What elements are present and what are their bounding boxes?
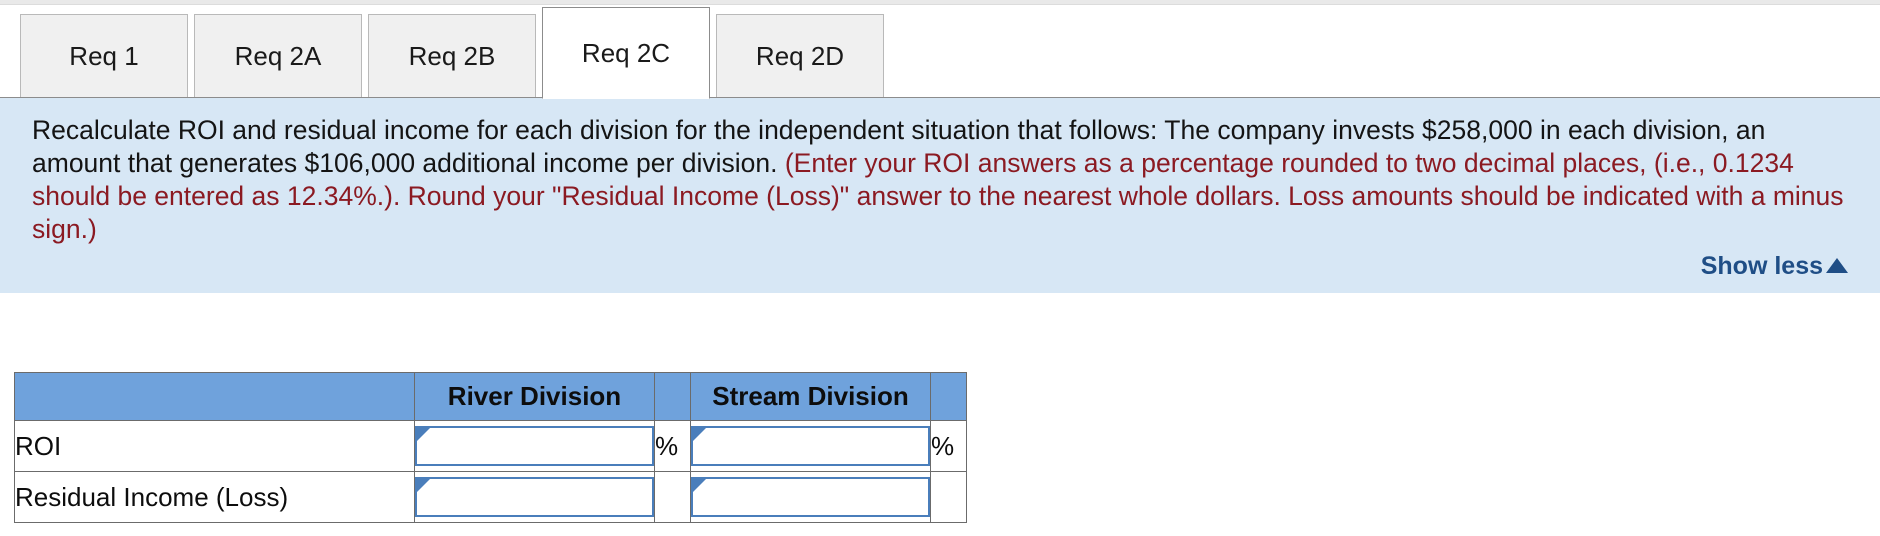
- field-wrapper: [691, 426, 930, 466]
- header-stream-unit-spacer: [930, 372, 967, 421]
- tab-label: Req 2B: [408, 41, 496, 71]
- roi-river-percent-label: %: [654, 420, 691, 472]
- tab-req-2b[interactable]: Req 2B: [368, 14, 536, 98]
- table-row: ROI % %: [14, 420, 967, 472]
- requirement-tabs: Req 1 Req 2A Req 2B Req 2C Req 2D: [0, 7, 1880, 99]
- tab-req-2c[interactable]: Req 2C: [542, 7, 710, 99]
- roi-stream-percent-label: %: [930, 420, 967, 472]
- field-wrapper: [691, 477, 930, 517]
- header-river-unit-spacer: [654, 372, 691, 421]
- show-less-control[interactable]: Show less: [1701, 252, 1848, 281]
- field-wrapper: [415, 477, 654, 517]
- roi-river-input[interactable]: [415, 426, 654, 466]
- tab-label: Req 2C: [581, 37, 671, 68]
- residual-river-suffix: [654, 471, 691, 523]
- row-label-residual-income: Residual Income (Loss): [14, 471, 415, 523]
- roi-stream-cell: [690, 420, 931, 472]
- roi-stream-input[interactable]: [691, 426, 930, 466]
- tab-label: Req 2A: [234, 41, 322, 71]
- tab-label: Req 1: [69, 41, 139, 71]
- tabs-underline: [0, 97, 1880, 98]
- header-river-division: River Division: [414, 372, 655, 421]
- row-label-roi: ROI: [14, 420, 415, 472]
- tab-req-2a[interactable]: Req 2A: [194, 14, 362, 98]
- table-header-row: River Division Stream Division: [14, 372, 967, 421]
- residual-river-input[interactable]: [415, 477, 654, 517]
- top-divider: [0, 0, 1880, 5]
- caret-up-icon[interactable]: [1826, 258, 1848, 273]
- table-row: Residual Income (Loss): [14, 471, 967, 523]
- instruction-text: Recalculate ROI and residual income for …: [32, 114, 1852, 246]
- residual-stream-input[interactable]: [691, 477, 930, 517]
- field-wrapper: [415, 426, 654, 466]
- header-blank-cell: [14, 372, 415, 421]
- residual-stream-cell: [690, 471, 931, 523]
- show-less-label[interactable]: Show less: [1701, 252, 1823, 281]
- tab-req-2d[interactable]: Req 2D: [716, 14, 884, 98]
- header-stream-division: Stream Division: [690, 372, 931, 421]
- answer-table: River Division Stream Division ROI % % R…: [14, 372, 967, 523]
- roi-river-cell: [414, 420, 655, 472]
- residual-stream-suffix: [930, 471, 967, 523]
- tab-req-1[interactable]: Req 1: [20, 14, 188, 98]
- residual-river-cell: [414, 471, 655, 523]
- tab-label: Req 2D: [755, 41, 845, 71]
- instruction-panel: Recalculate ROI and residual income for …: [0, 98, 1880, 293]
